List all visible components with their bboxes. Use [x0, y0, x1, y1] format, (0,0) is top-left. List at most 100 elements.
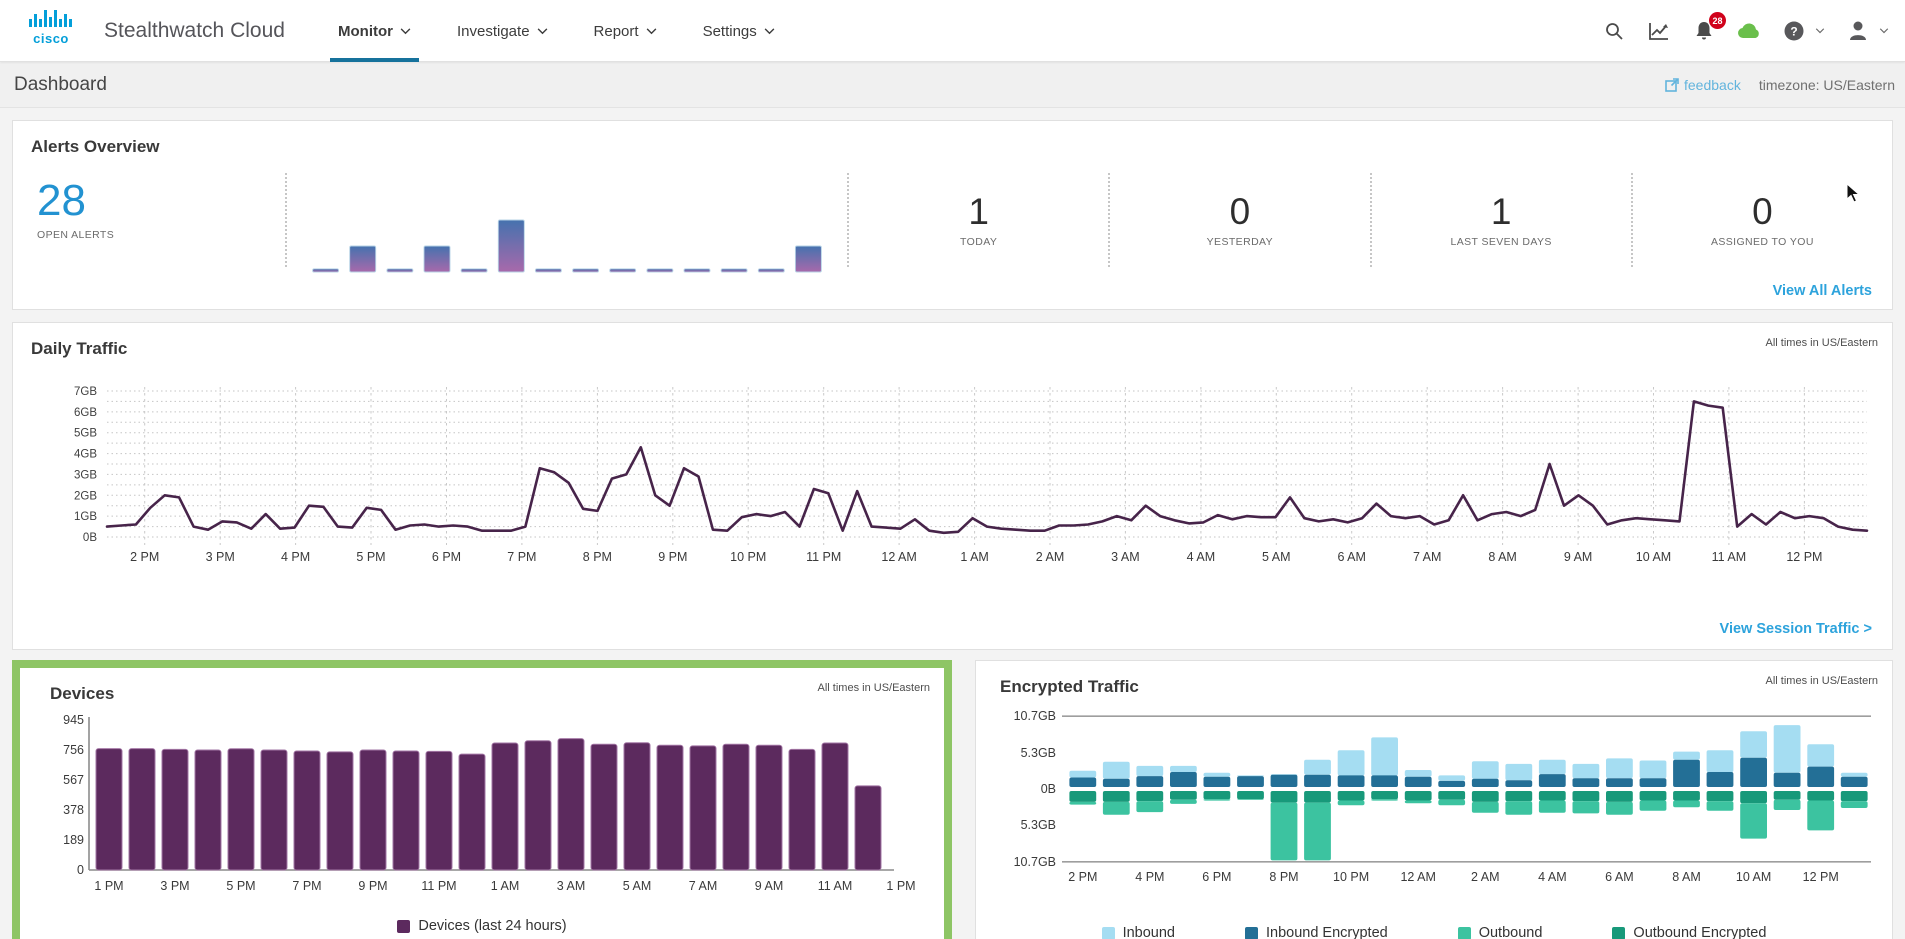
stat-assigned-to-you-value: 0: [1752, 191, 1773, 232]
svg-text:1 PM: 1 PM: [94, 879, 123, 893]
devices-legend: Devices (last 24 hours): [20, 918, 944, 934]
chevron-down-icon: [537, 27, 547, 34]
svg-text:9 PM: 9 PM: [358, 879, 387, 893]
legend-item-outbound: Outbound: [1457, 925, 1543, 939]
devices-card[interactable]: Devices All times in US/Eastern 945 756 56…: [12, 660, 952, 939]
encrypted-traffic-legend: Inbound Inbound Encrypted Outbound Outbo…: [976, 925, 1892, 939]
nav-item-investigate-label: Investigate: [456, 22, 530, 40]
feedback-link[interactable]: feedback: [1665, 77, 1741, 93]
stat-yesterday-value: 0: [1229, 191, 1251, 232]
svg-text:3 PM: 3 PM: [160, 879, 189, 893]
user-icon[interactable]: [1846, 19, 1870, 43]
help-chevron-icon[interactable]: [1815, 28, 1825, 34]
svg-text:7 AM: 7 AM: [689, 879, 718, 893]
stat-today-value: 1: [968, 191, 989, 232]
encrypted-traffic-card: Encrypted Traffic All times in US/Easter…: [975, 660, 1893, 939]
stat-last-seven-days: 1 LAST SEVEN DAYS: [1369, 173, 1631, 267]
svg-text:2 PM: 2 PM: [1068, 870, 1097, 884]
svg-text:10 AM: 10 AM: [1636, 550, 1671, 564]
svg-text:5 AM: 5 AM: [623, 879, 652, 893]
svg-text:4 PM: 4 PM: [281, 550, 310, 564]
svg-text:12 PM: 12 PM: [1786, 550, 1822, 564]
outbound-label: Outbound: [1478, 925, 1543, 939]
svg-text:0: 0: [77, 863, 84, 877]
svg-text:8 PM: 8 PM: [583, 550, 612, 564]
outbound-encrypted-label: Outbound Encrypted: [1633, 925, 1767, 939]
svg-text:3 PM: 3 PM: [206, 550, 235, 564]
svg-text:4 AM: 4 AM: [1538, 870, 1567, 884]
svg-text:6GB: 6GB: [74, 407, 97, 419]
open-alerts-label: OPEN ALERTS: [37, 229, 115, 241]
page-header: Dashboard feedback timezone: US/Eastern: [0, 62, 1905, 108]
svg-text:2GB: 2GB: [74, 490, 97, 502]
chevron-down-icon: [646, 27, 656, 34]
search-icon[interactable]: [1602, 19, 1626, 43]
open-alerts-stat: 28 OPEN ALERTS: [13, 165, 285, 281]
help-icon[interactable]: ?: [1782, 19, 1806, 43]
outbound-encrypted-swatch: [1612, 926, 1626, 939]
stat-yesterday-label: YESTERDAY: [1206, 236, 1274, 248]
user-chevron-icon[interactable]: [1879, 28, 1889, 34]
devices-legend-item: Devices (last 24 hours): [397, 918, 567, 934]
nav-item-investigate[interactable]: Investigate: [457, 0, 548, 62]
svg-text:8 PM: 8 PM: [1269, 870, 1298, 884]
svg-text:9 AM: 9 AM: [1564, 550, 1593, 564]
svg-text:5 PM: 5 PM: [356, 550, 385, 564]
svg-text:3 AM: 3 AM: [557, 879, 586, 893]
svg-text:5GB: 5GB: [74, 428, 97, 440]
svg-text:1 PM: 1 PM: [886, 879, 915, 893]
svg-text:7 PM: 7 PM: [292, 879, 321, 893]
activity-chart-icon[interactable]: [1647, 19, 1671, 43]
svg-text:4GB: 4GB: [74, 449, 97, 461]
svg-text:10 PM: 10 PM: [1333, 870, 1369, 884]
cisco-wordmark: cisco: [33, 31, 69, 46]
alerts-overview-card: Alerts Overview 28 OPEN ALERTS 1 TODAY 0…: [12, 120, 1893, 310]
alerts-sparkline-chart: [307, 214, 827, 279]
stat-today-label: TODAY: [960, 236, 998, 248]
svg-text:10.7GB: 10.7GB: [1014, 709, 1056, 723]
nav-item-monitor[interactable]: Monitor: [330, 0, 419, 62]
svg-text:5.3GB: 5.3GB: [1021, 818, 1056, 832]
svg-text:3GB: 3GB: [74, 469, 97, 481]
main-nav: Monitor Investigate Report Settings: [330, 0, 775, 62]
open-alerts-value: 28: [37, 176, 86, 225]
alerts-overview-row: 28 OPEN ALERTS 1 TODAY 0 YESTERDAY 1 LAS…: [13, 165, 1892, 281]
inbound-swatch: [1101, 926, 1115, 939]
svg-text:4 PM: 4 PM: [1135, 870, 1164, 884]
svg-text:6 AM: 6 AM: [1605, 870, 1634, 884]
svg-text:12 PM: 12 PM: [1803, 870, 1839, 884]
svg-text:8 AM: 8 AM: [1672, 870, 1701, 884]
encrypted-traffic-chart: 10.7GB 5.3GB 0B 5.3GB 10.7GB 2 PM 4 PM 6 PM 8 PM…: [986, 705, 1891, 925]
svg-text:12 AM: 12 AM: [1400, 870, 1435, 884]
svg-text:10 PM: 10 PM: [730, 550, 766, 564]
svg-text:10.7GB: 10.7GB: [1014, 855, 1056, 869]
encrypted-traffic-times-note: All times in US/Eastern: [1765, 675, 1878, 687]
inbound-encrypted-swatch: [1244, 926, 1258, 939]
daily-traffic-card: Daily Traffic All times in US/Eastern 7G…: [12, 322, 1893, 650]
nav-item-report-label: Report: [593, 22, 639, 40]
view-session-traffic-link[interactable]: View Session Traffic >: [1720, 621, 1872, 637]
navbar-actions: 28 ?: [1602, 0, 1889, 62]
svg-text:1GB: 1GB: [74, 511, 97, 523]
nav-item-report[interactable]: Report: [594, 0, 657, 62]
legend-item-inbound-encrypted: Inbound Encrypted: [1244, 925, 1388, 939]
alerts-bell-icon[interactable]: 28: [1692, 12, 1726, 43]
nav-item-monitor-label: Monitor: [338, 22, 393, 40]
svg-text:189: 189: [63, 833, 84, 847]
svg-text:378: 378: [63, 803, 84, 817]
stat-last-seven-days-label: LAST SEVEN DAYS: [1450, 236, 1552, 248]
svg-text:756: 756: [63, 743, 84, 757]
view-all-alerts-link[interactable]: View All Alerts: [1773, 283, 1872, 299]
svg-text:567: 567: [63, 773, 84, 787]
nav-item-settings[interactable]: Settings: [703, 0, 775, 62]
devices-title: Devices: [50, 684, 115, 703]
cisco-logo[interactable]: cisco: [28, 9, 74, 45]
svg-text:3 AM: 3 AM: [1111, 550, 1140, 564]
svg-text:945: 945: [63, 713, 84, 727]
inbound-label: Inbound: [1122, 925, 1175, 939]
svg-text:4 AM: 4 AM: [1187, 550, 1216, 564]
timezone-label: timezone: US/Eastern: [1758, 77, 1895, 93]
svg-text:1 AM: 1 AM: [491, 879, 520, 893]
svg-text:1 AM: 1 AM: [960, 550, 989, 564]
cloud-status-icon[interactable]: [1737, 19, 1761, 43]
